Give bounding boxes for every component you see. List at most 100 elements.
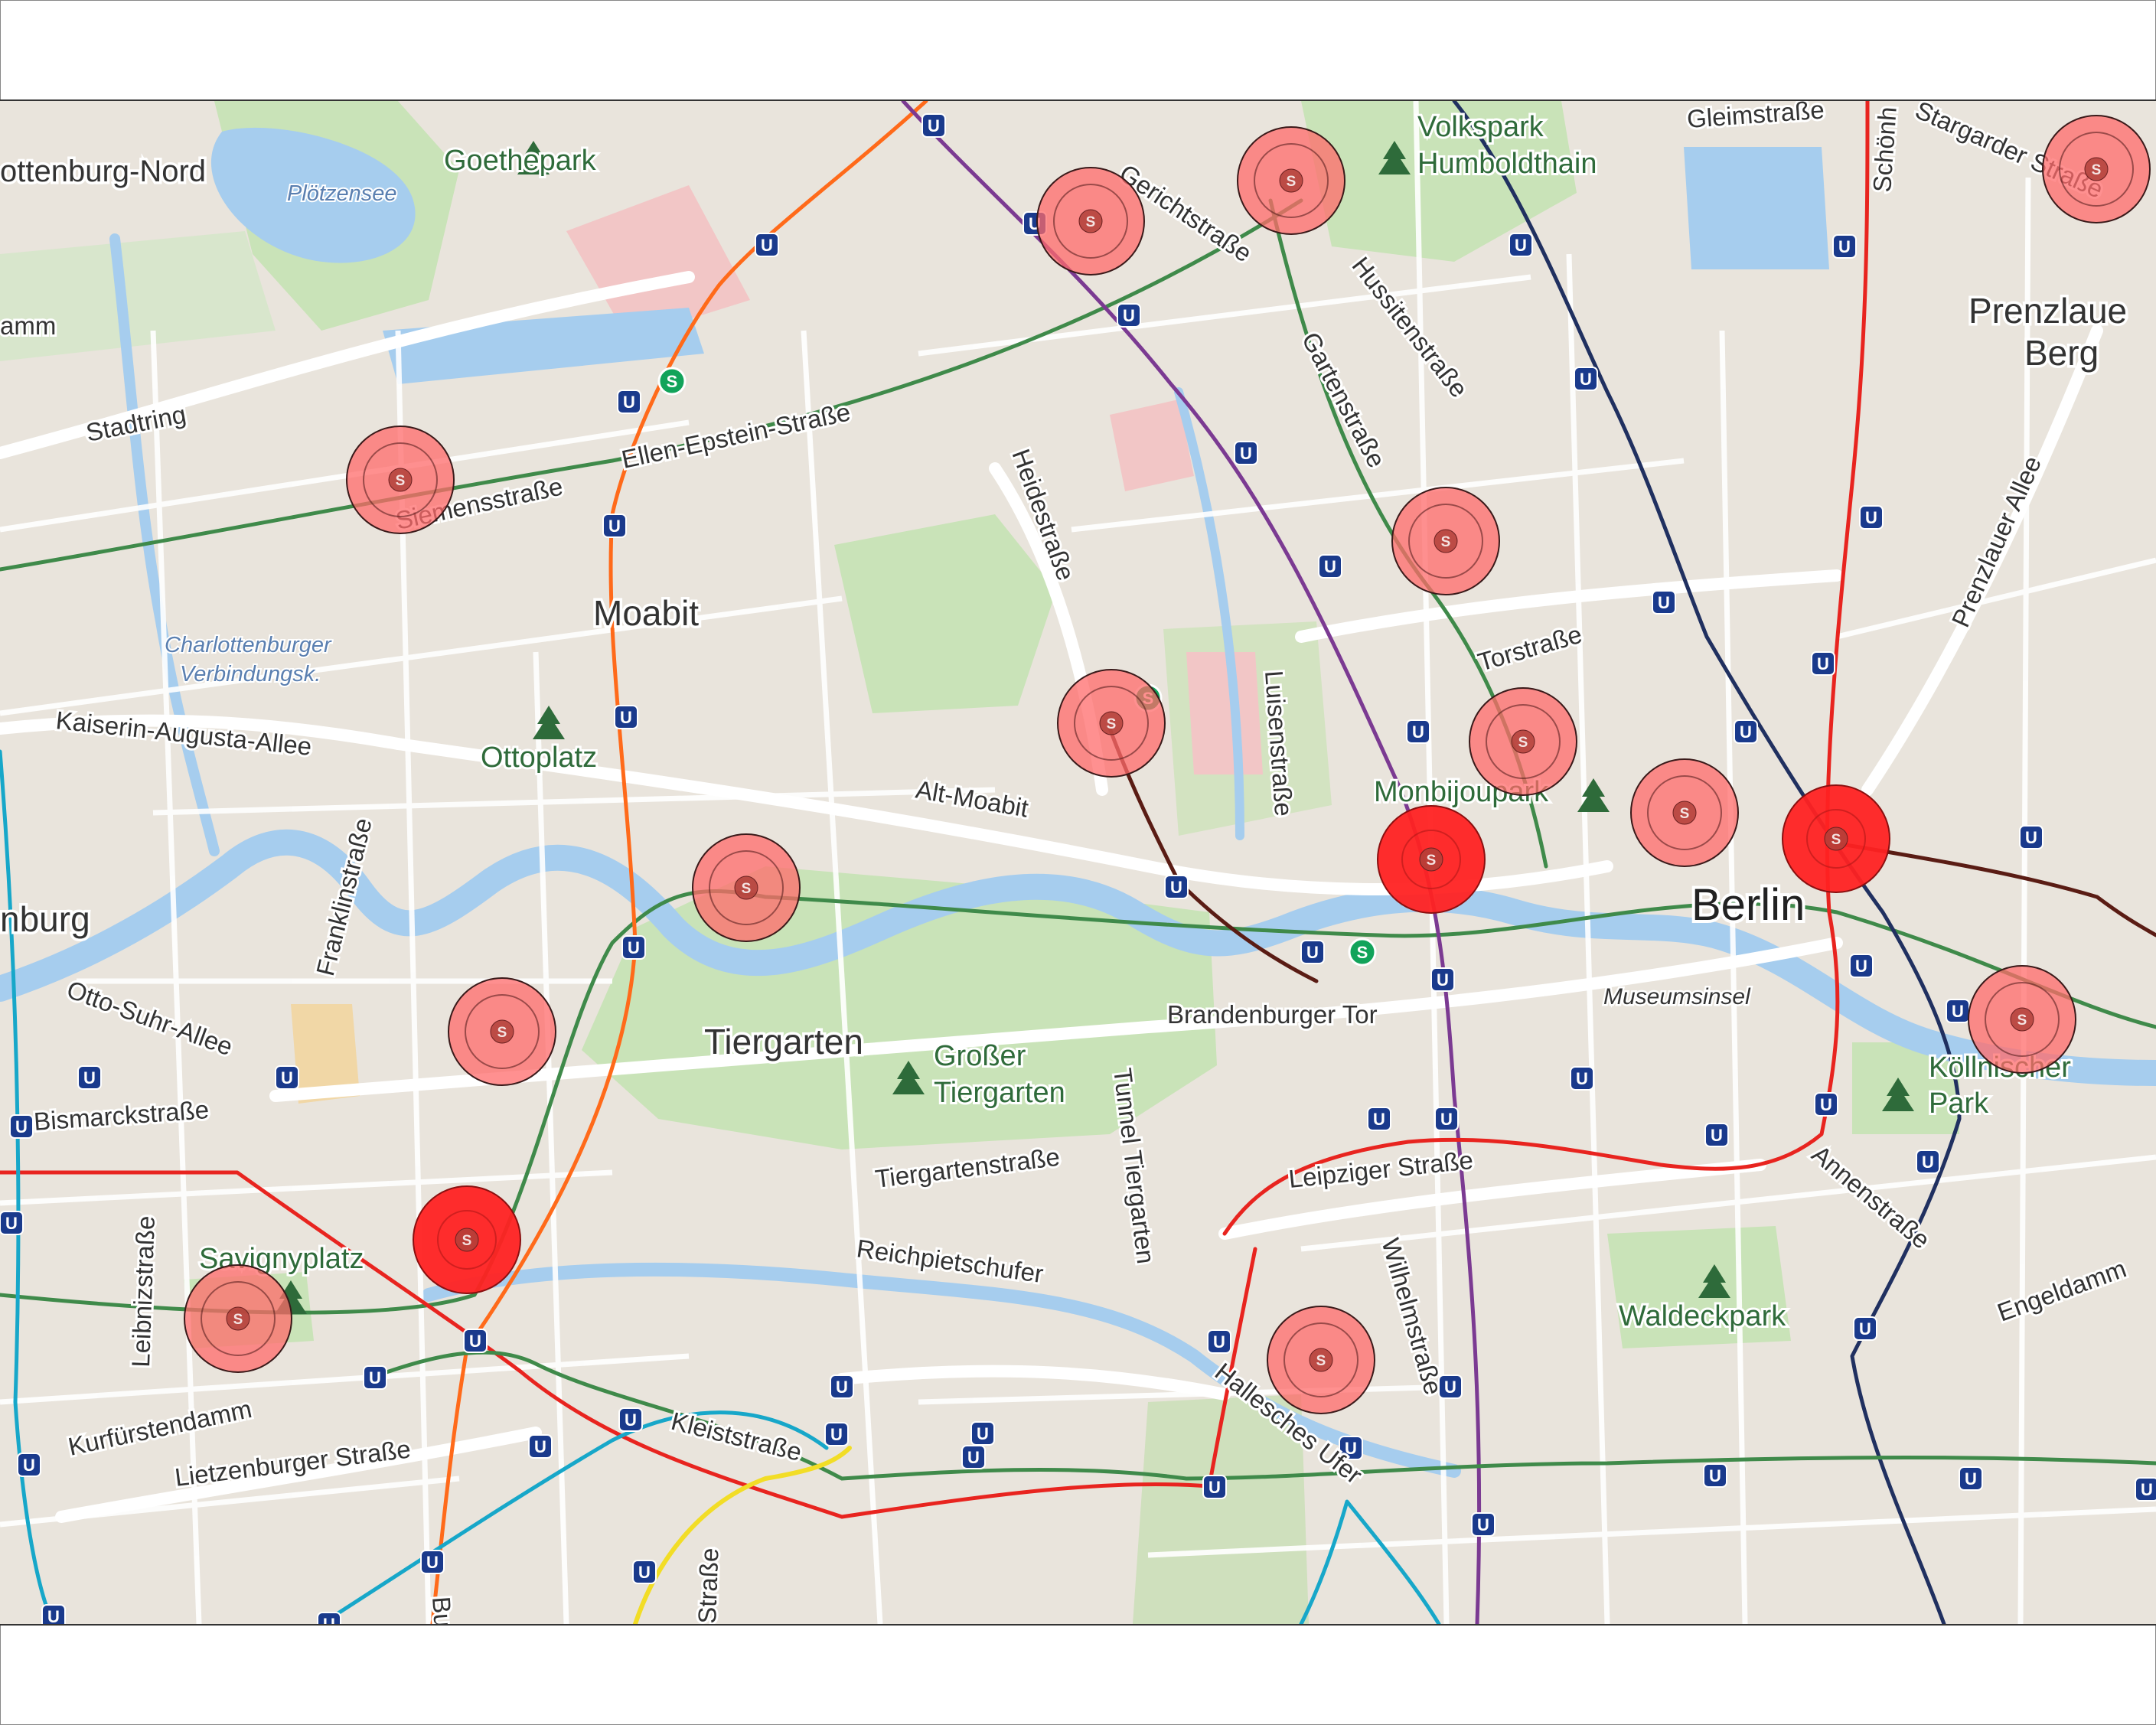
ubahn-station-icon: U [1734, 719, 1758, 744]
svg-text:U: U [1477, 1515, 1489, 1534]
svg-text:U: U [534, 1437, 546, 1456]
ubahn-station-icon: U [1117, 303, 1141, 328]
ubahn-station-icon: U [1916, 1149, 1940, 1174]
svg-text:U: U [2141, 1480, 2153, 1499]
station-marker[interactable]: S [1237, 126, 1345, 235]
svg-text:U: U [469, 1332, 481, 1351]
sbahn-station-icon: S [657, 367, 687, 396]
svg-text:U: U [1965, 1469, 1977, 1489]
street-label-bu-bottom: Bu [427, 1596, 458, 1624]
ubahn-station-icon: U [1164, 875, 1189, 899]
ubahn-station-icon: U [317, 1612, 341, 1624]
svg-text:S: S [497, 1025, 507, 1041]
svg-text:U: U [1440, 1110, 1453, 1129]
svg-text:U: U [625, 1410, 637, 1430]
svg-text:U: U [830, 1425, 843, 1444]
park-label-waldeckpark: Waldeckpark [1619, 1300, 1786, 1332]
ubahn-station-icon: U [1471, 1512, 1496, 1537]
station-marker[interactable]: S [1391, 487, 1500, 595]
station-marker[interactable]: S [692, 833, 801, 942]
svg-text:S: S [1518, 735, 1528, 751]
svg-text:U: U [1170, 878, 1182, 897]
svg-text:S: S [1287, 174, 1297, 190]
water-label-charlottenburger-2: Verbindungsk. [180, 662, 321, 686]
ubahn-station-icon: U [1652, 590, 1676, 615]
svg-text:U: U [1123, 306, 1135, 325]
svg-text:S: S [667, 372, 678, 391]
ubahn-station-icon: U [0, 1211, 24, 1235]
svg-text:S: S [462, 1233, 472, 1249]
svg-text:U: U [323, 1615, 335, 1624]
ubahn-station-icon: U [621, 935, 646, 960]
station-marker[interactable]: S [1630, 758, 1739, 867]
map-view[interactable]: U U U U U U U U U U U U U U U U U U U U U U U U U U U U U U U U U U U U U U U U… [0, 99, 2156, 1626]
svg-text:U: U [1952, 1002, 1964, 1021]
ubahn-station-icon: U [1430, 967, 1455, 992]
svg-text:U: U [1373, 1110, 1385, 1129]
ubahn-station-icon: U [632, 1560, 657, 1584]
ubahn-station-icon: U [1832, 234, 1857, 259]
district-label-burg: nburg [0, 899, 90, 939]
ubahn-station-icon: U [618, 1407, 643, 1432]
svg-text:U: U [620, 708, 632, 727]
svg-text:U: U [23, 1456, 35, 1475]
station-marker[interactable]: S [1036, 167, 1145, 276]
svg-text:U: U [836, 1378, 848, 1397]
ubahn-station-icon: U [1959, 1466, 1983, 1491]
station-marker[interactable]: S [1469, 687, 1577, 796]
svg-text:U: U [1576, 1069, 1588, 1088]
ubahn-station-icon: U [1574, 367, 1598, 391]
svg-text:U: U [1324, 557, 1336, 576]
street-label-brandenburger-tor: Brandenburger Tor [1167, 1000, 1378, 1029]
ubahn-station-icon: U [824, 1422, 849, 1446]
station-marker-large[interactable]: S [1377, 805, 1486, 914]
ubahn-station-icon: U [617, 390, 641, 414]
svg-text:U: U [15, 1117, 28, 1136]
station-marker[interactable]: S [1267, 1306, 1375, 1414]
area-label-museumsinsel: Museumsinsel [1603, 984, 1751, 1009]
svg-text:U: U [1437, 970, 1449, 990]
ubahn-station-icon: U [1946, 999, 1970, 1023]
park-label-ottoplatz: Ottoplatz [481, 742, 597, 774]
ubahn-station-icon: U [1300, 940, 1325, 964]
svg-text:U: U [1709, 1466, 1721, 1485]
ubahn-station-icon: U [275, 1065, 299, 1090]
ubahn-station-icon: U [1811, 651, 1835, 676]
park-label-goethepark: Goethepark [444, 145, 597, 177]
district-label-prenzlauer-1: Prenzlaue [1968, 291, 2127, 331]
ubahn-station-icon: U [755, 233, 779, 257]
ubahn-station-icon: U [921, 113, 946, 138]
svg-text:S: S [1427, 853, 1437, 869]
street-label-leibnizstrasse: Leibnizstraße [126, 1215, 160, 1368]
ubahn-station-icon: U [1704, 1123, 1729, 1147]
ubahn-station-icon: U [1703, 1463, 1727, 1488]
station-marker[interactable]: S [1057, 669, 1166, 778]
station-marker[interactable]: S [184, 1264, 292, 1373]
svg-text:U: U [281, 1068, 293, 1088]
water-label-charlottenburger-1: Charlottenburger [165, 633, 332, 657]
ubahn-station-icon: U [77, 1065, 102, 1090]
svg-text:U: U [761, 236, 773, 255]
water-harbor-basin [1684, 147, 1829, 269]
map-canvas[interactable]: U U U U U U U U U U U U U U U U U U U U U U U U U U U U U U U U U U U U U U U U… [0, 101, 2156, 1624]
station-marker-large[interactable]: S [413, 1185, 521, 1294]
ubahn-station-icon: U [1853, 1316, 1877, 1341]
svg-text:S: S [2017, 1012, 2027, 1029]
svg-text:U: U [1306, 943, 1319, 962]
station-marker-large[interactable]: S [1782, 784, 1890, 893]
ubahn-station-icon: U [1207, 1329, 1231, 1354]
svg-text:U: U [1922, 1153, 1934, 1172]
station-marker[interactable]: S [448, 977, 556, 1086]
street-label-strasse-bottom: Straße [693, 1547, 723, 1624]
water-label-ploetzensee: Plötzensee [287, 181, 397, 206]
station-marker[interactable]: S [346, 426, 455, 534]
district-label-moabit: Moabit [593, 593, 699, 633]
station-marker[interactable]: S [2042, 115, 2151, 223]
district-label-tiergarten: Tiergarten [704, 1022, 863, 1061]
svg-text:U: U [5, 1214, 18, 1233]
station-marker[interactable]: S [1968, 965, 2076, 1074]
svg-text:U: U [1740, 722, 1752, 742]
ubahn-station-icon: U [1367, 1107, 1391, 1131]
svg-text:U: U [638, 1563, 651, 1582]
ubahn-station-icon: U [41, 1604, 66, 1624]
